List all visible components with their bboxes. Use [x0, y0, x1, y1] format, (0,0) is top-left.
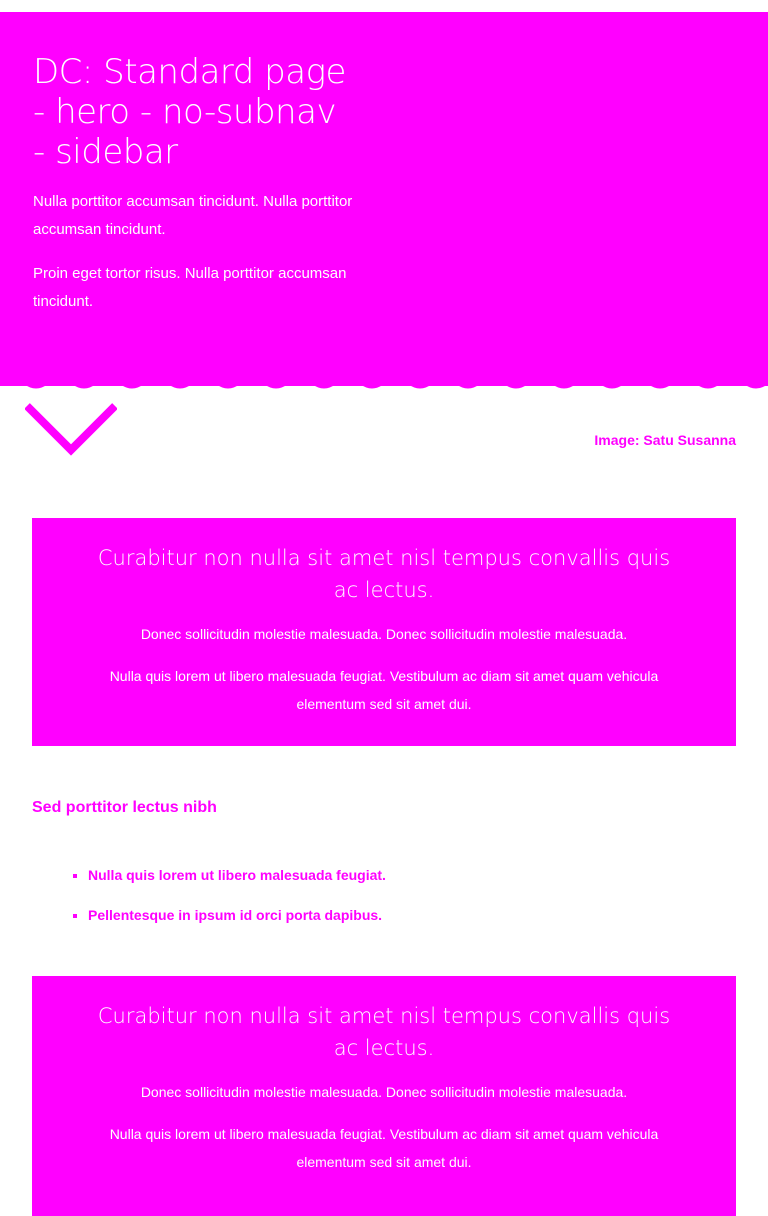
callout-title: Curabitur non nulla sit amet nisl tempus… [97, 1004, 671, 1060]
image-caption: Image: Satu Susanna [594, 432, 736, 448]
callout-text: Donec sollicitudin molestie malesuada. D… [140, 1084, 628, 1100]
page-title: DC: Standard page - hero - no-subnav - s… [33, 52, 346, 172]
hero-wave-divider [0, 374, 768, 389]
list-item: Nulla quis lorem ut libero malesuada feu… [88, 864, 386, 886]
list-item: Pellentesque in ipsum id orci porta dapi… [88, 904, 386, 926]
callout-box: Curabitur non nulla sit amet nisl tempus… [32, 518, 736, 746]
callout-box: Curabitur non nulla sit amet nisl tempus… [32, 976, 736, 1216]
arrow-down-icon[interactable] [25, 402, 117, 456]
hero-banner: DC: Standard page - hero - no-subnav - s… [0, 12, 768, 386]
bullet-list: Nulla quis lorem ut libero malesuada feu… [62, 864, 386, 944]
callout-text: Donec sollicitudin molestie malesuada. D… [140, 626, 628, 642]
hero-secondary-text: Proin eget tortor risus. Nulla porttitor… [33, 265, 347, 310]
section-heading: Sed porttitor lectus nibh [32, 799, 217, 816]
hero-intro-text: Nulla porttitor accumsan tincidunt. Null… [33, 193, 353, 238]
callout-text: Nulla quis lorem ut libero malesuada feu… [109, 668, 659, 712]
callout-text: Nulla quis lorem ut libero malesuada feu… [109, 1126, 659, 1170]
callout-title: Curabitur non nulla sit amet nisl tempus… [97, 546, 671, 602]
